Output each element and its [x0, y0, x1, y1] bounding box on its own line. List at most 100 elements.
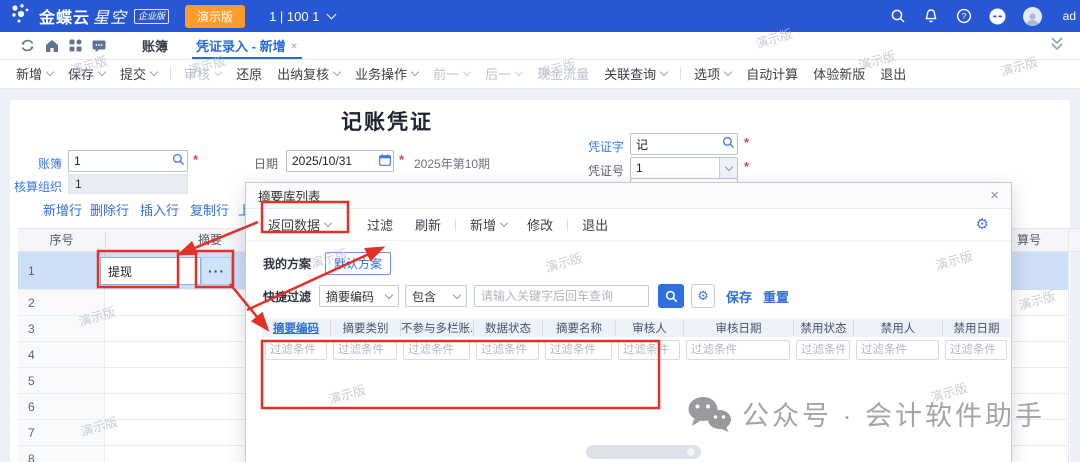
- dialog-add-button[interactable]: 新增: [470, 215, 507, 234]
- search-icon[interactable]: [890, 8, 906, 24]
- add-row-link[interactable]: 新增行: [43, 200, 82, 219]
- toolbar-cash-flow[interactable]: 现金流量: [537, 64, 589, 83]
- date-label: 日期: [254, 155, 278, 172]
- column-filter-input[interactable]: [545, 340, 612, 360]
- voucher-no-field[interactable]: 1: [630, 157, 738, 179]
- toolbar-try-new-version[interactable]: 体验新版: [813, 64, 865, 83]
- toolbar-previous[interactable]: 前一: [433, 64, 470, 83]
- toolbar-add[interactable]: 新增: [16, 64, 53, 83]
- grid-row-2[interactable]: 2: [18, 290, 245, 316]
- close-tab-icon[interactable]: ×: [291, 39, 298, 53]
- apps-grid-icon[interactable]: [69, 39, 82, 52]
- collapse-chevrons-icon[interactable]: [1050, 36, 1064, 57]
- copy-row-link[interactable]: 复制行: [190, 200, 229, 219]
- home-icon[interactable]: [45, 39, 59, 53]
- delete-row-link[interactable]: 删除行: [90, 200, 129, 219]
- horizontal-scrollbar[interactable]: [586, 445, 701, 459]
- notification-bell-icon[interactable]: [923, 8, 939, 24]
- grid-row-3[interactable]: 3: [18, 316, 245, 342]
- voucher-word-label: 凭证字: [586, 138, 624, 155]
- col-data-status[interactable]: 数据状态: [473, 320, 542, 336]
- summary-lookup-button[interactable]: ···: [201, 257, 232, 285]
- column-filter-input[interactable]: [403, 340, 470, 360]
- workspace-selector[interactable]: 1 | 100 1: [269, 9, 335, 24]
- refresh-button[interactable]: 刷新: [415, 215, 441, 234]
- toolbar-save[interactable]: 保存: [68, 64, 105, 83]
- save-plan-link[interactable]: 保存: [726, 287, 752, 306]
- grid-row-8[interactable]: 8: [18, 446, 245, 462]
- col-multi-column[interactable]: 不参与多栏账...: [400, 320, 473, 336]
- toolbar-business-ops[interactable]: 业务操作: [355, 64, 418, 83]
- toolbar-next[interactable]: 后一: [485, 64, 522, 83]
- grid-row-4[interactable]: 4: [18, 342, 245, 368]
- book-label: 账簿: [12, 155, 62, 172]
- grid-row-5[interactable]: 5: [18, 368, 245, 394]
- col-auditor[interactable]: 审核人: [615, 320, 683, 336]
- insert-row-link[interactable]: 插入行: [140, 200, 179, 219]
- return-data-button[interactable]: 返回数据: [268, 215, 331, 234]
- filter-plan-row: 我的方案 默认方案: [263, 251, 1011, 275]
- column-filter-input[interactable]: [686, 340, 790, 360]
- toolbar-cashier-review[interactable]: 出纳复核: [277, 64, 340, 83]
- reset-plan-link[interactable]: 重置: [763, 287, 789, 306]
- col-summary-category[interactable]: 摘要类别: [330, 320, 400, 336]
- search-button[interactable]: [658, 284, 684, 308]
- toolbar-audit[interactable]: 审核: [184, 64, 221, 83]
- filter-field-select[interactable]: 摘要编码: [319, 285, 399, 307]
- lookup-icon[interactable]: [722, 136, 735, 152]
- toolbar-options[interactable]: 选项: [694, 64, 731, 83]
- col-summary-name[interactable]: 摘要名称: [542, 320, 615, 336]
- toolbar-restore[interactable]: 还原: [236, 64, 262, 83]
- voucher-word-field[interactable]: 记: [630, 133, 738, 155]
- filter-operator-select[interactable]: 包含: [405, 285, 467, 307]
- col-disable-status[interactable]: 禁用状态: [793, 320, 853, 336]
- message-icon[interactable]: [92, 39, 106, 53]
- toolbar-exit[interactable]: 退出: [880, 64, 906, 83]
- book-field[interactable]: 1: [68, 150, 188, 172]
- assistant-icon[interactable]: [989, 8, 1006, 25]
- grid-row-6[interactable]: 6: [18, 394, 245, 420]
- toolbar-related-query[interactable]: 关联查询: [604, 64, 667, 83]
- close-icon[interactable]: ×: [990, 188, 999, 203]
- summary-cell-input[interactable]: 提现: [100, 257, 201, 285]
- date-field[interactable]: 2025/10/31: [286, 150, 394, 172]
- column-filter-input[interactable]: [945, 340, 1007, 360]
- modify-button[interactable]: 修改: [527, 215, 553, 234]
- filter-settings-gear-icon[interactable]: ⚙: [691, 284, 715, 308]
- toolbar-auto-calc[interactable]: 自动计算: [746, 64, 798, 83]
- dialog-exit-button[interactable]: 退出: [582, 215, 608, 234]
- sync-icon[interactable]: [20, 38, 35, 53]
- col-disabled-by[interactable]: 禁用人: [853, 320, 942, 336]
- quick-filter-row: 快捷过滤 摘要编码 包含 ⚙ 保存 重置: [263, 283, 1011, 309]
- kingdee-logo-icon: [10, 3, 32, 30]
- svg-text:?: ?: [961, 11, 966, 21]
- col-audit-date[interactable]: 审核日期: [683, 320, 793, 336]
- gear-icon[interactable]: ⚙: [976, 215, 989, 233]
- col-disable-date[interactable]: 禁用日期: [942, 320, 1010, 336]
- summary-table-header: 摘要编码 摘要类别 不参与多栏账... 数据状态 摘要名称 审核人 审核日期 禁…: [262, 319, 1010, 337]
- help-icon[interactable]: ?: [956, 8, 972, 24]
- demo-version-badge[interactable]: 演示版: [185, 5, 245, 28]
- username-text[interactable]: ad: [1047, 9, 1076, 23]
- calendar-icon[interactable]: [379, 154, 391, 169]
- column-filter-input[interactable]: [476, 340, 539, 360]
- column-filter-input[interactable]: [618, 340, 680, 360]
- filter-button[interactable]: 过滤: [367, 215, 393, 234]
- org-label: 核算组织: [12, 178, 62, 195]
- user-avatar[interactable]: [1023, 7, 1042, 26]
- keyword-search-input[interactable]: [474, 285, 649, 307]
- default-plan-button[interactable]: 默认方案: [325, 252, 391, 275]
- chevron-down-icon[interactable]: [719, 158, 737, 178]
- column-filter-input[interactable]: [265, 340, 327, 360]
- column-filter-input[interactable]: [796, 340, 850, 360]
- toolbar-submit[interactable]: 提交: [120, 64, 157, 83]
- summary-library-dialog: 摘要库列表 × 返回数据 过滤 刷新 新增 修改 退出 ⚙ 我的方案 默认方案 …: [245, 182, 1012, 462]
- lookup-icon[interactable]: [172, 153, 185, 169]
- tab-voucher-entry[interactable]: 凭证录入 - 新增 ×: [196, 32, 298, 59]
- grid-row-7[interactable]: 7: [18, 420, 245, 446]
- my-plan-label: 我的方案: [263, 255, 311, 272]
- tab-account-books[interactable]: 账簿: [142, 36, 168, 55]
- column-filter-input[interactable]: [333, 340, 397, 360]
- column-filter-input[interactable]: [856, 340, 939, 360]
- col-summary-code[interactable]: 摘要编码: [262, 320, 330, 336]
